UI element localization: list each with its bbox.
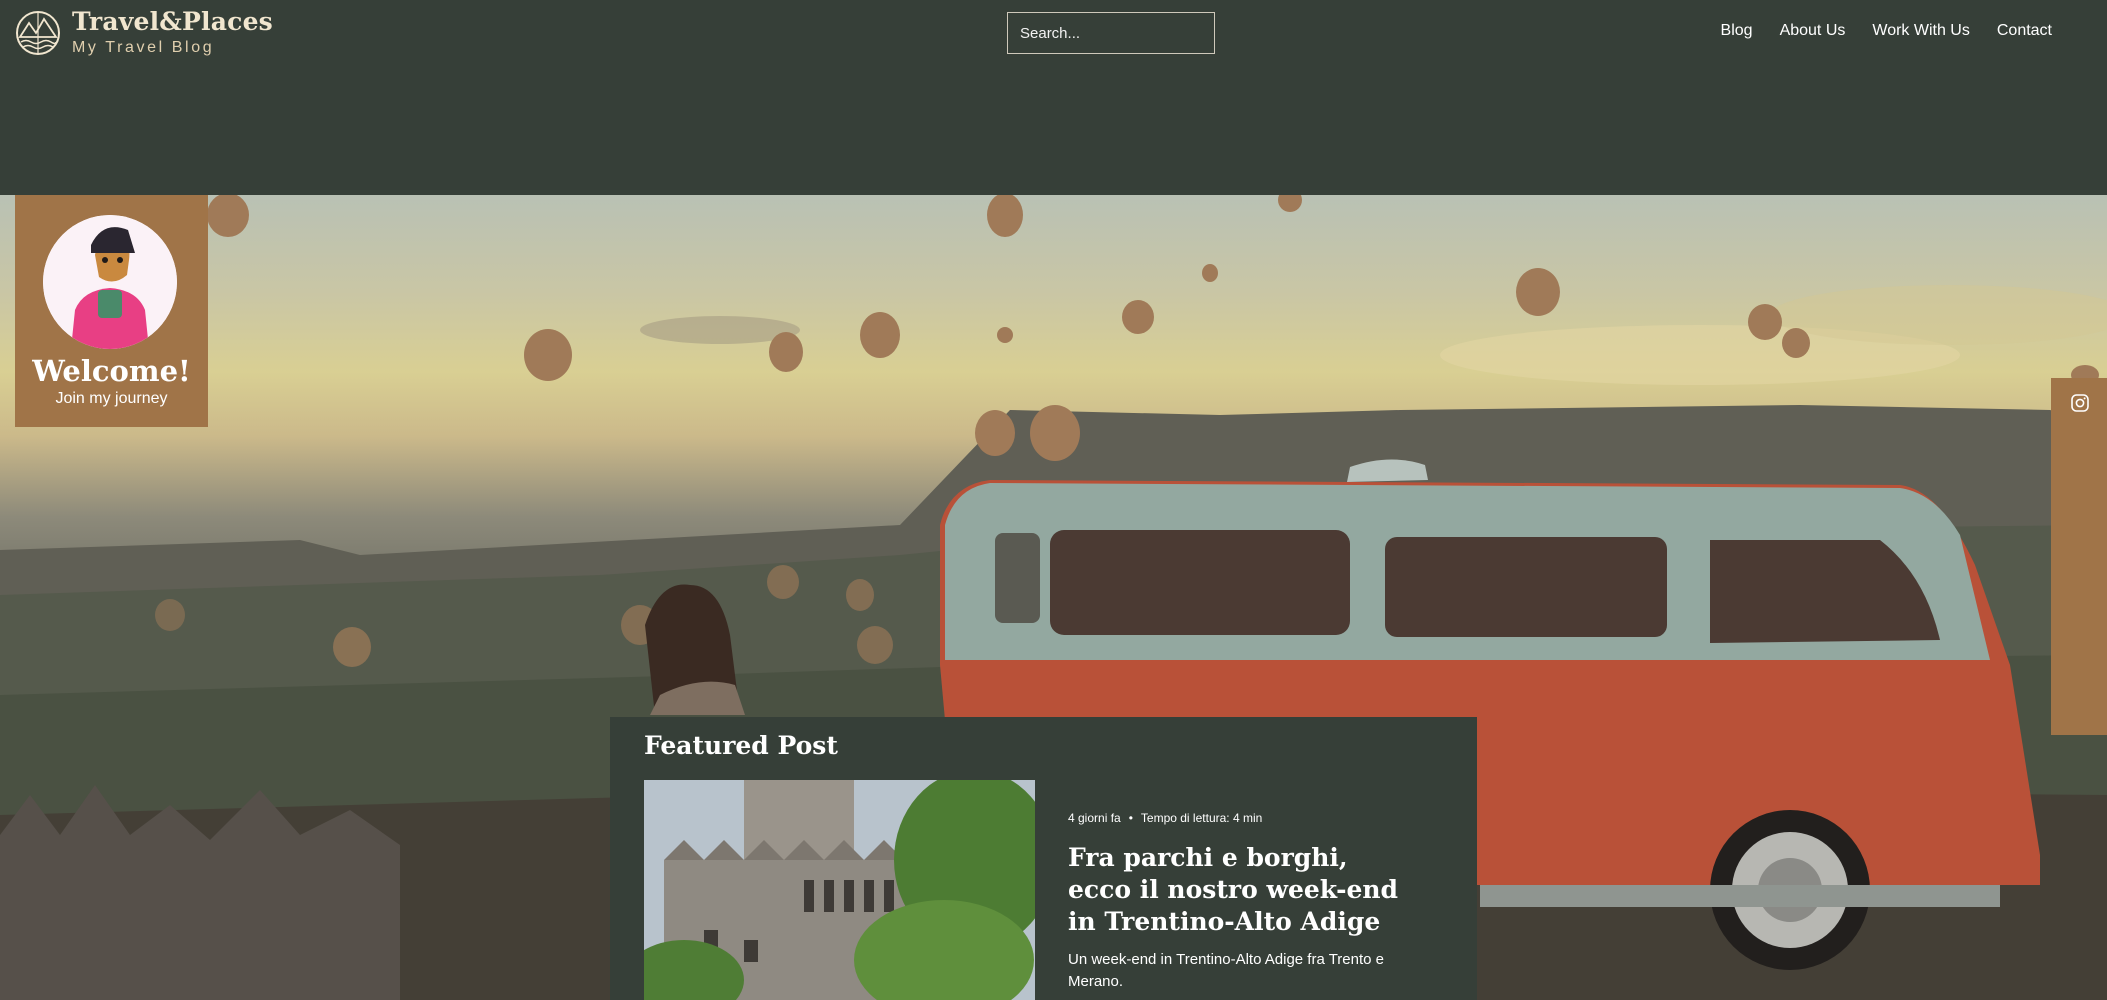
brand-subtitle: My Travel Blog (72, 39, 215, 56)
welcome-title: Welcome! (32, 354, 191, 388)
nav-item-contact[interactable]: Contact (1997, 22, 2052, 40)
search-input[interactable] (1020, 24, 1219, 42)
nav-item-work-with-us[interactable]: Work With Us (1872, 22, 1969, 40)
logo-mountain-icon (16, 11, 60, 55)
post-reading-time: Tempo di lettura: 4 min (1140, 811, 1263, 825)
meta-separator: • (1128, 811, 1133, 825)
post-meta: 4 giorni fa • Tempo di lettura: 4 min (1068, 811, 1262, 825)
search-box[interactable] (1007, 12, 1219, 54)
avatar (43, 215, 177, 349)
nav-item-blog[interactable]: Blog (1721, 22, 1753, 40)
welcome-subtitle: Join my journey (55, 390, 168, 407)
logo-text: Travel&Places My Travel Blog (72, 9, 273, 57)
site-header: Travel&Places My Travel Blog Blog About … (0, 0, 2107, 195)
nav-item-about-us[interactable]: About Us (1780, 22, 1846, 40)
featured-post-image[interactable] (644, 780, 1035, 1000)
logo[interactable]: Travel&Places My Travel Blog (14, 9, 273, 57)
featured-post-title[interactable]: Fra parchi e borghi, ecco il nostro week… (1068, 842, 1408, 938)
featured-heading: Featured Post (644, 731, 838, 760)
post-age: 4 giorni fa (1068, 811, 1121, 825)
brand-title: Travel&Places (72, 7, 273, 36)
instagram-icon[interactable] (2070, 393, 2090, 413)
avatar-illustration (43, 215, 177, 349)
castle-illustration (644, 780, 1035, 1000)
welcome-card[interactable]: Welcome! Join my journey (15, 195, 208, 427)
featured-post-card[interactable]: Featured Post 4 giorni fa • Tempo di let… (610, 717, 1477, 1000)
main-nav: Blog About Us Work With Us Contact (1721, 22, 2052, 40)
social-bar (2051, 378, 2107, 735)
featured-post-excerpt: Un week-end in Trentino-Alto Adige fra T… (1068, 951, 1385, 990)
